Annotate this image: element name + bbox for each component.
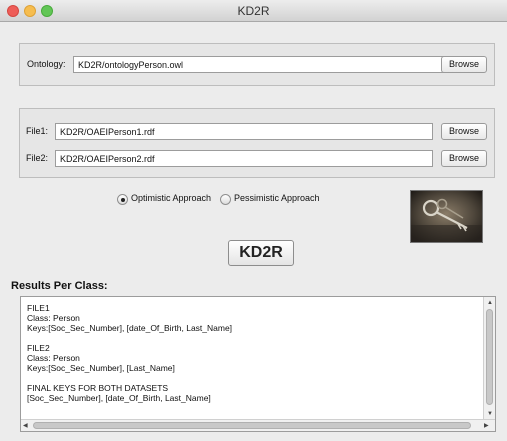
results-horizontal-scroll-thumb[interactable] <box>33 422 471 429</box>
title-bar: KD2R <box>0 0 507 22</box>
file1-label: File1: <box>26 126 49 136</box>
results-text-area[interactable]: FILE1 Class: Person Keys:[Soc_Sec_Number],… <box>20 296 496 432</box>
optimistic-radio-label[interactable]: Optimistic Approach <box>131 193 211 203</box>
results-vertical-scroll-thumb[interactable] <box>486 309 493 405</box>
file1-path-input[interactable] <box>55 123 433 140</box>
pessimistic-radio-label[interactable]: Pessimistic Approach <box>234 193 320 203</box>
scroll-down-arrow-icon[interactable]: ▼ <box>487 410 493 418</box>
scroll-left-arrow-icon[interactable]: ◀ <box>23 422 28 430</box>
file1-browse-button[interactable]: Browse <box>441 123 487 140</box>
results-title: Results Per Class: <box>11 280 108 292</box>
results-content: FILE1 Class: Person Keys:[Soc_Sec_Number],… <box>27 303 477 403</box>
results-line: Class: Person <box>27 313 80 323</box>
files-panel: File1: Browse File2: Browse <box>19 108 495 178</box>
results-line: Class: Person <box>27 353 80 363</box>
keys-photo <box>410 190 483 243</box>
results-vertical-scrollbar[interactable]: ▲ ▼ <box>483 297 495 421</box>
file2-path-input[interactable] <box>55 150 433 167</box>
results-line: Keys:[Soc_Sec_Number], [Last_Name] <box>27 363 175 373</box>
file2-label: File2: <box>26 153 49 163</box>
results-line: FILE1 <box>27 303 50 313</box>
pessimistic-radio[interactable] <box>220 194 231 205</box>
results-line: FILE2 <box>27 343 50 353</box>
results-line: Keys:[Soc_Sec_Number], [date_Of_Birth, L… <box>27 323 233 333</box>
window-title: KD2R <box>237 4 270 18</box>
results-horizontal-scrollbar[interactable]: ◀ ▶ <box>21 419 495 431</box>
ontology-path-input[interactable] <box>73 56 451 73</box>
scroll-up-arrow-icon[interactable]: ▲ <box>487 299 493 307</box>
ontology-label: Ontology: <box>27 59 66 69</box>
optimistic-radio[interactable] <box>117 194 128 205</box>
ontology-panel: Ontology: Browse <box>19 43 495 86</box>
file2-browse-button[interactable]: Browse <box>441 150 487 167</box>
results-line <box>27 373 477 383</box>
scroll-right-arrow-icon[interactable]: ▶ <box>484 422 489 430</box>
results-line: FINAL KEYS FOR BOTH DATASETS <box>27 383 169 393</box>
run-kd2r-button[interactable]: KD2R <box>228 240 294 266</box>
keys-photo-graphic <box>411 191 482 242</box>
ontology-browse-button[interactable]: Browse <box>441 56 487 73</box>
results-line: [Soc_Sec_Number], [date_Of_Birth, Last_N… <box>27 393 211 403</box>
results-line <box>27 333 477 343</box>
